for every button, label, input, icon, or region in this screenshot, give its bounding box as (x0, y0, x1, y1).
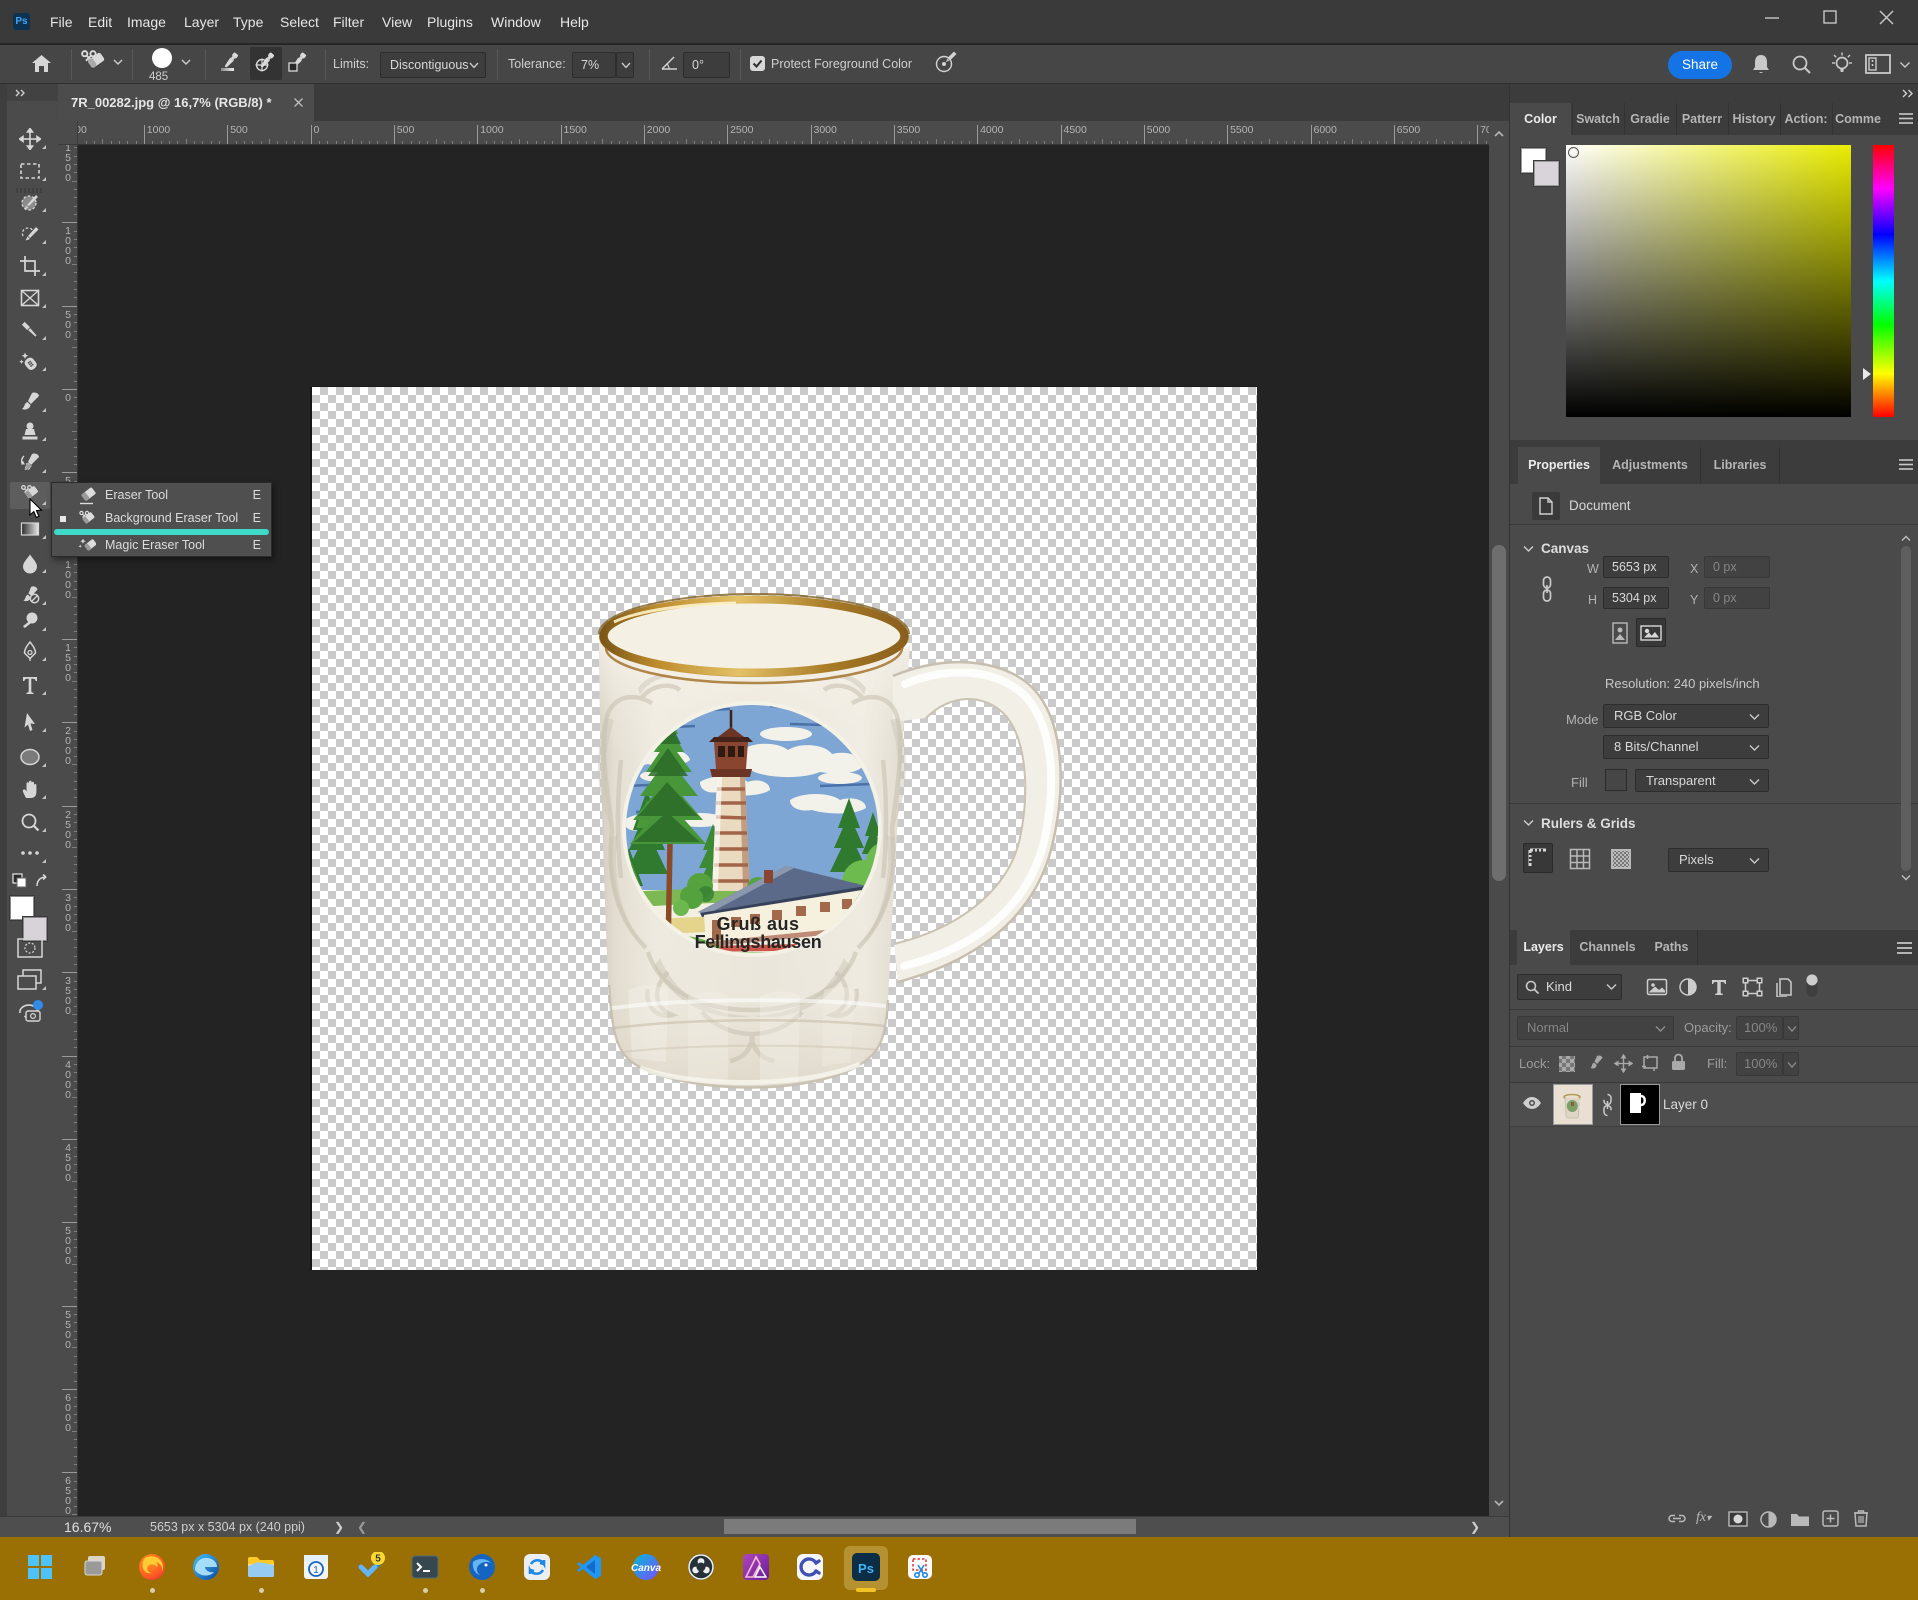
svg-text:1: 1 (313, 1565, 319, 1576)
svg-text:5: 5 (375, 1554, 381, 1565)
svg-text:Ps: Ps (858, 1561, 874, 1576)
svg-text:Fellingshausen: Fellingshausen (695, 932, 822, 952)
svg-text:Gruß aus: Gruß aus (716, 914, 799, 934)
svg-text:Canva: Canva (631, 1563, 661, 1574)
